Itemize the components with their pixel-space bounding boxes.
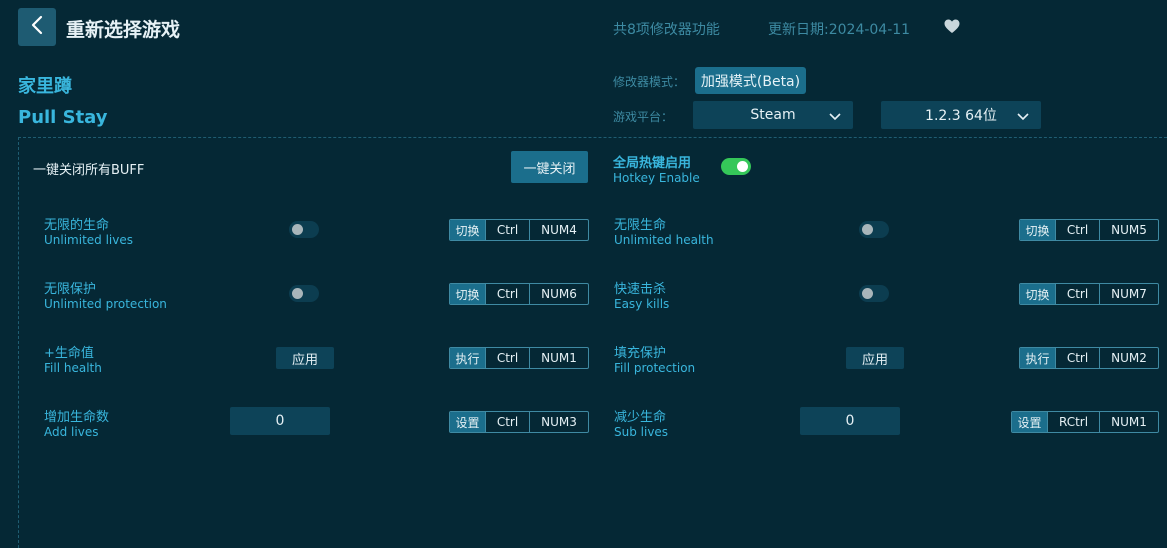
hotkey-key: NUM1 bbox=[529, 348, 588, 368]
chevron-down-icon bbox=[1017, 109, 1029, 125]
mode-label: 修改器模式： bbox=[613, 75, 686, 89]
hotkey-group[interactable]: 执行 Ctrl NUM2 bbox=[1019, 347, 1159, 369]
fill-protection-apply-button[interactable]: 应用 bbox=[846, 347, 904, 369]
add-lives-input[interactable]: 0 bbox=[230, 407, 330, 435]
unlimited-health-toggle[interactable] bbox=[859, 221, 889, 238]
hotkey-modifier: RCtrl bbox=[1047, 412, 1099, 432]
option-label-en: Unlimited protection bbox=[44, 297, 167, 311]
hotkey-group[interactable]: 切换 Ctrl NUM6 bbox=[449, 283, 589, 305]
option-label-cn: 减少生命 bbox=[614, 410, 667, 425]
toggle-knob bbox=[737, 161, 748, 172]
option-label-en: Unlimited health bbox=[614, 233, 714, 247]
hotkey-modifier: Ctrl bbox=[485, 348, 529, 368]
hotkey-key: NUM7 bbox=[1099, 284, 1158, 304]
hotkey-action: 设置 bbox=[1012, 412, 1047, 432]
sub-lives-input[interactable]: 0 bbox=[800, 407, 900, 435]
platform-select[interactable]: Steam bbox=[693, 101, 853, 129]
hotkey-modifier: Ctrl bbox=[1055, 284, 1099, 304]
hotkey-key: NUM5 bbox=[1099, 220, 1158, 240]
hotkey-action: 切换 bbox=[1020, 284, 1055, 304]
hotkey-action: 切换 bbox=[1020, 220, 1055, 240]
hotkey-group[interactable]: 切换 Ctrl NUM7 bbox=[1019, 283, 1159, 305]
hotkey-action: 设置 bbox=[450, 412, 485, 432]
platform-label: 游戏平台： bbox=[613, 110, 674, 124]
game-name-cn: 家里蹲 bbox=[18, 76, 72, 97]
hotkey-key: NUM6 bbox=[529, 284, 588, 304]
toggle-knob bbox=[862, 288, 873, 299]
back-button[interactable] bbox=[18, 8, 56, 46]
page-title: 重新选择游戏 bbox=[66, 19, 181, 41]
hotkey-action: 执行 bbox=[1020, 348, 1055, 368]
chevron-down-icon bbox=[829, 109, 841, 125]
option-label-cn: 无限生命 bbox=[614, 218, 667, 233]
hotkey-key: NUM1 bbox=[1099, 412, 1158, 432]
option-label-en: Fill health bbox=[44, 361, 102, 375]
option-label-en: Sub lives bbox=[614, 425, 669, 439]
all-off-button[interactable]: 一键关闭 bbox=[511, 151, 588, 183]
hotkey-group[interactable]: 设置 Ctrl NUM3 bbox=[449, 411, 589, 433]
hotkey-toggle[interactable] bbox=[721, 158, 751, 175]
option-label-en: Easy kills bbox=[614, 297, 670, 311]
easy-kills-toggle[interactable] bbox=[859, 285, 889, 302]
hotkey-group[interactable]: 执行 Ctrl NUM1 bbox=[449, 347, 589, 369]
all-off-label: 一键关闭所有BUFF bbox=[33, 163, 145, 178]
heart-icon[interactable] bbox=[944, 19, 960, 38]
hotkey-modifier: Ctrl bbox=[485, 412, 529, 432]
toggle-knob bbox=[292, 224, 303, 235]
platform-value: Steam bbox=[750, 107, 796, 123]
fill-health-apply-button[interactable]: 应用 bbox=[276, 347, 334, 369]
hotkey-label-cn: 全局热键启用 bbox=[613, 156, 692, 171]
game-name-en: Pull Stay bbox=[18, 107, 108, 128]
option-label-cn: 无限的生命 bbox=[44, 218, 110, 233]
hotkey-modifier: Ctrl bbox=[1055, 348, 1099, 368]
hotkey-group[interactable]: 设置 RCtrl NUM1 bbox=[1011, 411, 1159, 433]
option-label-cn: 快速击杀 bbox=[614, 282, 667, 297]
option-label-en: Add lives bbox=[44, 425, 99, 439]
hotkey-label-en: Hotkey Enable bbox=[613, 171, 700, 185]
option-label-cn: 无限保护 bbox=[44, 282, 97, 297]
chevron-left-icon bbox=[30, 15, 44, 39]
toggle-knob bbox=[862, 224, 873, 235]
toggle-knob bbox=[292, 288, 303, 299]
hotkey-modifier: Ctrl bbox=[485, 284, 529, 304]
option-label-en: Unlimited lives bbox=[44, 233, 134, 247]
hotkey-modifier: Ctrl bbox=[1055, 220, 1099, 240]
option-label-cn: +生命值 bbox=[44, 346, 94, 361]
unlimited-protection-toggle[interactable] bbox=[289, 285, 319, 302]
hotkey-group[interactable]: 切换 Ctrl NUM4 bbox=[449, 219, 589, 241]
option-label-cn: 增加生命数 bbox=[44, 410, 110, 425]
unlimited-lives-toggle[interactable] bbox=[289, 221, 319, 238]
update-date: 更新日期:2024-04-11 bbox=[768, 22, 911, 38]
hotkey-action: 切换 bbox=[450, 284, 485, 304]
hotkey-key: NUM3 bbox=[529, 412, 588, 432]
hotkey-modifier: Ctrl bbox=[485, 220, 529, 240]
option-label-en: Fill protection bbox=[614, 361, 696, 375]
version-select[interactable]: 1.2.3 64位 bbox=[881, 101, 1041, 129]
hotkey-key: NUM4 bbox=[529, 220, 588, 240]
options-panel bbox=[18, 137, 1167, 548]
mode-button[interactable]: 加强模式(Beta) bbox=[695, 67, 806, 94]
feature-count: 共8项修改器功能 bbox=[613, 22, 720, 38]
hotkey-key: NUM2 bbox=[1099, 348, 1158, 368]
version-value: 1.2.3 64位 bbox=[925, 108, 997, 124]
option-label-cn: 填充保护 bbox=[614, 346, 667, 361]
hotkey-group[interactable]: 切换 Ctrl NUM5 bbox=[1019, 219, 1159, 241]
hotkey-action: 切换 bbox=[450, 220, 485, 240]
hotkey-action: 执行 bbox=[450, 348, 485, 368]
